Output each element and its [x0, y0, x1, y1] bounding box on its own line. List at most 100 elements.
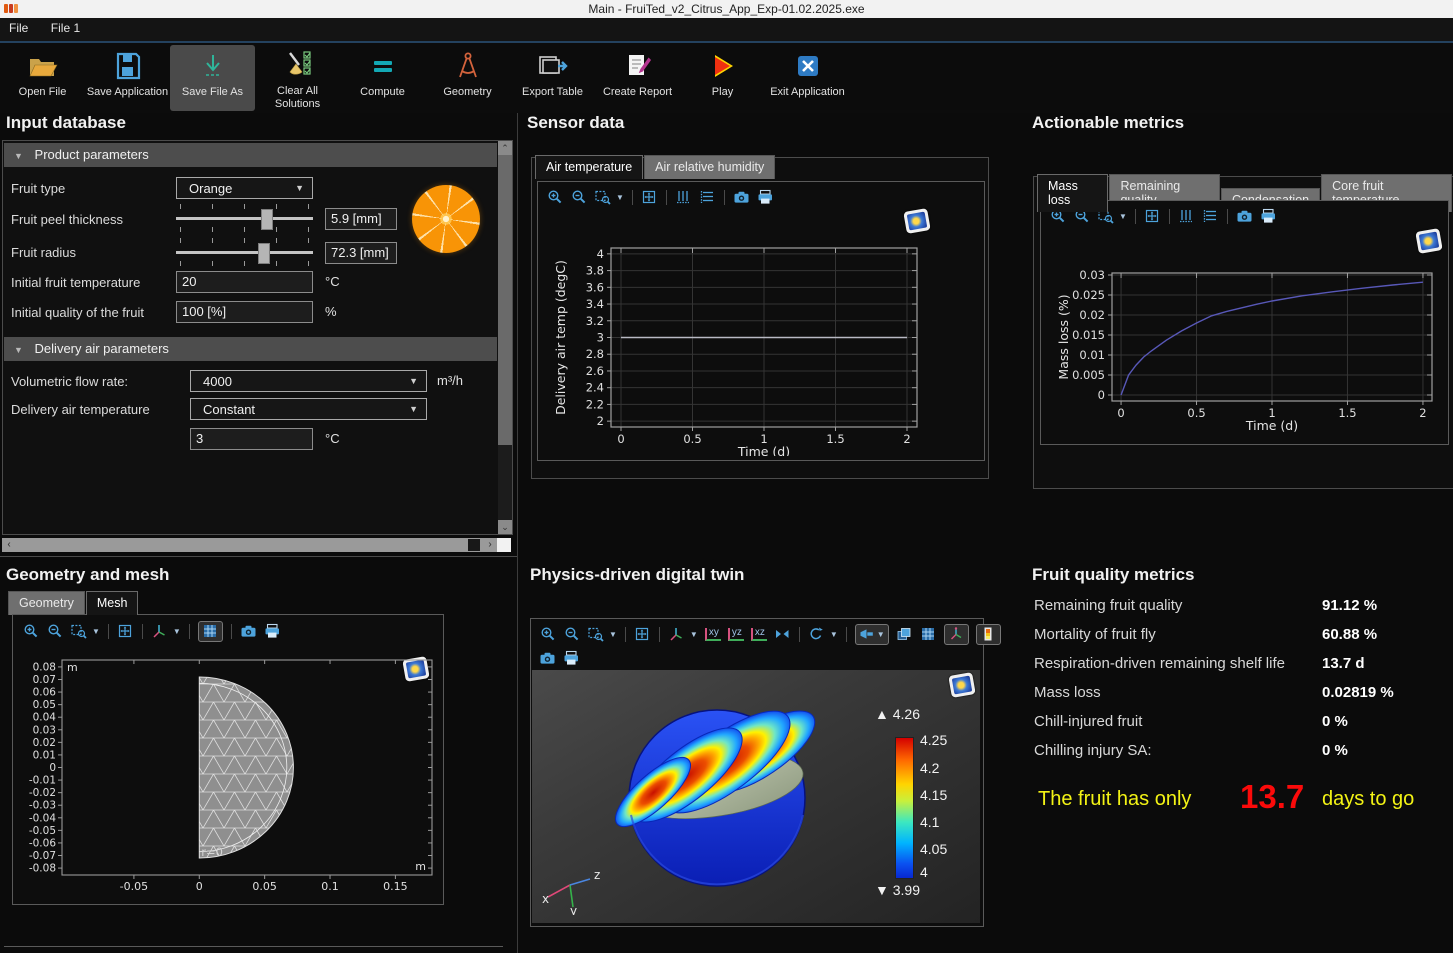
fruit-type-select[interactable]: Orange ▼	[176, 177, 313, 199]
save-application-button[interactable]: Save Application	[85, 45, 170, 111]
fruit-radius-slider[interactable]	[176, 235, 313, 269]
initial-quality-input[interactable]: 100 [%]	[176, 301, 313, 323]
print-icon[interactable]	[757, 189, 774, 206]
flip-view-icon[interactable]	[774, 626, 791, 643]
mesh-plot[interactable]: -0.0500.050.10.150.080.070.060.050.040.0…	[14, 648, 438, 900]
grid-icon[interactable]	[920, 626, 937, 643]
flow-rate-select[interactable]: 4000 ▼	[190, 370, 427, 392]
bottom-separator	[4, 946, 503, 947]
print-icon[interactable]	[1260, 208, 1277, 225]
vertical-scrollbar[interactable]: ⌃ ⌄	[498, 141, 512, 534]
y-grid-icon[interactable]	[675, 189, 692, 206]
compute-button[interactable]: Compute	[340, 45, 425, 111]
scrollbar-thumb[interactable]	[468, 539, 480, 551]
view-yz-button[interactable]: yz	[728, 628, 744, 641]
left-horizontal-splitter[interactable]	[0, 556, 517, 557]
chevron-down-icon[interactable]: ▼	[877, 630, 885, 639]
axis-triad: x y z	[540, 865, 604, 915]
chevron-down-icon: ▼	[409, 371, 418, 392]
zoom-box-icon[interactable]	[587, 626, 604, 643]
snapshot-camera-icon[interactable]	[240, 623, 257, 640]
show-axes-toggle[interactable]	[944, 624, 969, 645]
scroll-left-icon[interactable]: ‹	[2, 538, 16, 552]
print-icon[interactable]	[264, 623, 281, 640]
digital-twin-title: Physics-driven digital twin	[530, 565, 744, 585]
open-file-button[interactable]: Open File	[0, 45, 85, 111]
scene-light-button[interactable]: ▼	[855, 624, 889, 645]
tab-mesh[interactable]: Mesh	[86, 591, 139, 615]
axis-orientation-icon[interactable]	[668, 626, 685, 643]
scrollbar-thumb[interactable]	[498, 155, 512, 445]
clear-all-solutions-button[interactable]: Clear All Solutions	[255, 45, 340, 111]
chevron-down-icon[interactable]: ▼	[830, 630, 838, 639]
svg-text:0.015: 0.015	[1072, 328, 1105, 342]
product-parameters-header[interactable]: ▼ Product parameters	[4, 143, 497, 167]
chevron-down-icon[interactable]: ▼	[609, 630, 617, 639]
tab-geometry[interactable]: Geometry	[8, 591, 85, 615]
chevron-down-icon[interactable]: ▼	[92, 627, 100, 636]
peel-thickness-slider[interactable]	[176, 201, 313, 235]
tab-mass-loss[interactable]: Mass loss	[1037, 174, 1108, 212]
show-colorbar-toggle[interactable]	[976, 624, 1001, 645]
x-grid-icon[interactable]	[1202, 208, 1219, 225]
sensor-chart[interactable]: 00.511.5222.22.42.62.833.23.43.63.84Time…	[537, 208, 981, 456]
zoom-in-icon[interactable]	[22, 623, 39, 640]
geometry-button[interactable]: Geometry	[425, 45, 510, 111]
tab-air-relative-humidity[interactable]: Air relative humidity	[644, 155, 775, 179]
zoom-out-icon[interactable]	[563, 626, 580, 643]
colorbar-tick: 4	[920, 865, 928, 879]
fruit-radius-value[interactable]: 72.3 [mm]	[325, 242, 397, 264]
slider-handle[interactable]	[261, 209, 273, 230]
zoom-extents-icon[interactable]	[641, 189, 658, 206]
scroll-up-icon[interactable]: ⌃	[498, 141, 512, 155]
slider-handle[interactable]	[258, 243, 270, 264]
snapshot-camera-icon[interactable]	[1236, 208, 1253, 225]
air-temp-input[interactable]: 3	[190, 428, 313, 450]
chevron-down-icon[interactable]: ▼	[173, 627, 181, 636]
y-grid-icon[interactable]	[1178, 208, 1195, 225]
chevron-down-icon[interactable]: ▼	[1119, 212, 1127, 221]
chevron-down-icon[interactable]: ▼	[690, 630, 698, 639]
scroll-down-icon[interactable]: ⌄	[498, 520, 512, 534]
zoom-box-icon[interactable]	[594, 189, 611, 206]
menu-file1[interactable]: File 1	[42, 18, 89, 38]
create-report-button[interactable]: Create Report	[595, 45, 680, 111]
view-xy-button[interactable]: xy	[705, 628, 721, 641]
export-table-button[interactable]: Export Table	[510, 45, 595, 111]
snapshot-camera-icon[interactable]	[733, 189, 750, 206]
zoom-in-icon[interactable]	[546, 189, 563, 206]
peel-thickness-value[interactable]: 5.9 [mm]	[325, 208, 397, 230]
print-icon[interactable]	[563, 650, 580, 667]
vertical-splitter[interactable]	[517, 113, 518, 953]
delivery-air-header[interactable]: ▼ Delivery air parameters	[4, 337, 497, 361]
chevron-down-icon[interactable]: ▼	[616, 193, 624, 202]
view-xz-button[interactable]: xz	[751, 628, 767, 641]
air-temp-mode-select[interactable]: Constant ▼	[190, 398, 427, 420]
snapshot-camera-icon[interactable]	[539, 650, 556, 667]
x-grid-icon[interactable]	[699, 189, 716, 206]
rotate-icon[interactable]	[808, 626, 825, 643]
twin-3d-scene[interactable]: ▲ 4.26 4.25 4.2 4.15 4.1 4.05 4 ▼ 3.99 x…	[532, 670, 980, 923]
warning-suffix: days to go	[1322, 788, 1414, 811]
svg-text:-0.01: -0.01	[29, 775, 56, 787]
play-button[interactable]: Play	[680, 45, 765, 111]
save-file-as-button[interactable]: Save File As	[170, 45, 255, 111]
zoom-box-icon[interactable]	[70, 623, 87, 640]
axis-orientation-icon[interactable]	[151, 623, 168, 640]
grid-toggle-button[interactable]	[198, 621, 223, 642]
zoom-extents-icon[interactable]	[634, 626, 651, 643]
zoom-out-icon[interactable]	[46, 623, 63, 640]
horizontal-scrollbar[interactable]: ‹ ›	[2, 538, 497, 552]
zoom-out-icon[interactable]	[570, 189, 587, 206]
mass-loss-chart[interactable]: 00.511.5200.0050.010.0150.020.0250.03Tim…	[1040, 230, 1450, 442]
scroll-right-icon[interactable]: ›	[483, 538, 497, 552]
menu-file[interactable]: File	[0, 18, 37, 38]
zoom-in-icon[interactable]	[539, 626, 556, 643]
zoom-extents-icon[interactable]	[1144, 208, 1161, 225]
transparency-icon[interactable]	[896, 626, 913, 643]
fruit-radius-label: Fruit radius	[11, 242, 76, 264]
tab-air-temperature[interactable]: Air temperature	[535, 155, 643, 179]
exit-application-button[interactable]: Exit Application	[765, 45, 850, 111]
zoom-extents-icon[interactable]	[117, 623, 134, 640]
initial-temperature-input[interactable]: 20	[176, 271, 313, 293]
